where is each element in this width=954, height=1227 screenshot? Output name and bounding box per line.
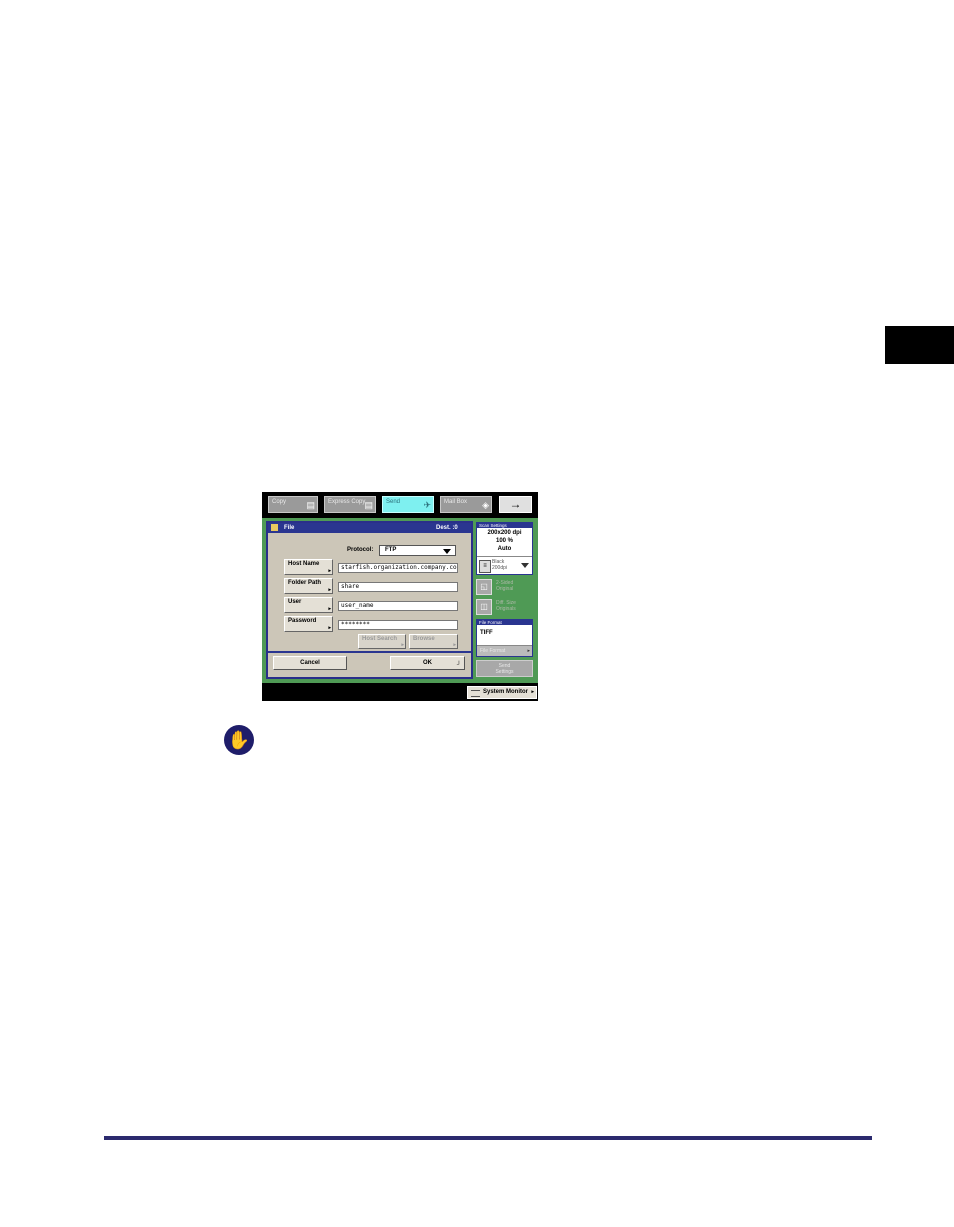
book-icon: ◫ — [476, 599, 492, 615]
host-name-field[interactable]: starfish.organization.company.co — [338, 563, 458, 573]
density-value: Auto — [497, 546, 512, 552]
host-name-label: Host Name — [288, 561, 320, 567]
send-settings-line2: Settings — [495, 669, 514, 675]
send-icon: ✈ — [423, 500, 431, 510]
ok-label: OK — [423, 660, 432, 666]
dropdown-arrow-icon — [443, 549, 451, 554]
ok-button[interactable]: OK ┘ — [390, 656, 465, 670]
browse-button[interactable]: Browse ▸ — [409, 634, 458, 649]
file-format-button-label: File Format — [480, 648, 506, 654]
user-label: User — [288, 599, 302, 605]
enter-icon: ┘ — [456, 662, 461, 668]
two-sided-line2: Original — [496, 586, 514, 592]
browse-label: Browse — [413, 636, 435, 642]
submenu-arrow-icon: ▸ — [328, 587, 331, 593]
system-monitor-label: System Monitor — [483, 689, 529, 695]
cancel-button[interactable]: Cancel — [273, 656, 347, 670]
dialog-header: File Dest. :0 — [268, 523, 471, 533]
two-sided-icon: ◱ — [476, 579, 492, 595]
file-format-button[interactable]: File Format ▸ — [477, 645, 532, 656]
zoom-value: 100 % — [495, 538, 513, 544]
color-mode-text: Black 200dpi — [492, 559, 507, 571]
footer-rule — [104, 1136, 872, 1140]
submenu-arrow-icon: ▸ — [531, 689, 534, 695]
submenu-arrow-icon: ▸ — [328, 606, 331, 612]
different-size-originals-button[interactable]: ◫ Diff. Size Originals — [476, 598, 533, 616]
tab-send-label: Send — [386, 499, 401, 505]
folder-path-field[interactable]: share — [338, 582, 458, 592]
submenu-arrow-icon: ▸ — [453, 642, 456, 648]
tab-send[interactable]: Send ✈ — [382, 496, 434, 513]
tab-copy[interactable]: Copy ▤ — [268, 496, 318, 513]
password-label: Password — [288, 618, 317, 624]
tab-express-copy-label: Express Copy — [328, 499, 366, 505]
chapter-tab — [885, 326, 954, 364]
send-settings-button[interactable]: Send Settings — [476, 660, 533, 677]
password-field[interactable]: ******** — [338, 620, 458, 630]
color-mode-select[interactable]: ≡ Black 200dpi — [477, 556, 532, 575]
next-tabs-button[interactable]: → — [499, 496, 532, 513]
protocol-value: FTP — [385, 547, 397, 553]
protocol-label: Protocol: — [347, 547, 374, 553]
submenu-arrow-icon: ▸ — [328, 625, 331, 631]
express-copy-icon: ▤ — [364, 500, 373, 510]
device-control-panel: Copy ▤ Express Copy ▤ Send ✈ Mail Box ◈ … — [262, 492, 538, 701]
document-icon: ≡ — [479, 560, 491, 573]
file-dialog: File Dest. :0 Protocol: FTP Host Name ▸ … — [266, 521, 473, 679]
tab-mail-box[interactable]: Mail Box ◈ — [440, 496, 492, 513]
color-mode-line2: 200dpi — [492, 565, 508, 571]
system-monitor-button[interactable]: System Monitor ▸ — [467, 686, 537, 699]
submenu-arrow-icon: ▸ — [328, 568, 331, 574]
scan-settings-box[interactable]: Scan Settings 200x200 dpi 100 % Auto ≡ B… — [476, 522, 533, 575]
submenu-arrow-icon: ▸ — [401, 642, 404, 648]
important-hand-icon: ✋ — [224, 725, 254, 755]
user-button[interactable]: User ▸ — [284, 597, 333, 613]
protocol-select[interactable]: FTP — [379, 545, 456, 556]
two-sided-text: 2-Sided Original — [496, 580, 513, 592]
two-sided-original-button[interactable]: ◱ 2-Sided Original — [476, 578, 533, 596]
password-button[interactable]: Password ▸ — [284, 616, 333, 632]
folder-icon — [271, 524, 278, 531]
tab-copy-label: Copy — [272, 499, 287, 505]
file-format-value: TIFF — [480, 630, 493, 636]
file-format-box: File Format TIFF File Format ▸ — [476, 619, 533, 657]
different-size-text: Diff. Size Originals — [496, 600, 516, 612]
file-format-header: File Format — [477, 620, 532, 625]
mode-tabs: Copy ▤ Express Copy ▤ Send ✈ Mail Box ◈ … — [262, 492, 538, 518]
folder-path-button[interactable]: Folder Path ▸ — [284, 578, 333, 594]
main-area: File Dest. :0 Protocol: FTP Host Name ▸ … — [262, 518, 538, 683]
host-search-button[interactable]: Host Search ▸ — [358, 634, 406, 649]
user-field[interactable]: user_name — [338, 601, 458, 611]
different-size-line2: Originals — [496, 606, 516, 612]
destination-count: Dest. :0 — [436, 525, 458, 531]
host-name-button[interactable]: Host Name ▸ — [284, 559, 333, 575]
status-bar: System Monitor ▸ — [262, 683, 538, 701]
folder-path-label: Folder Path — [288, 580, 322, 586]
host-search-label: Host Search — [362, 636, 398, 642]
submenu-arrow-icon: ▸ — [527, 648, 530, 654]
dropdown-arrow-icon — [521, 563, 529, 568]
mailbox-icon: ◈ — [482, 500, 489, 510]
dialog-title: File — [284, 525, 295, 531]
tab-express-copy[interactable]: Express Copy ▤ — [324, 496, 376, 513]
arrow-right-icon: → — [509, 497, 522, 511]
monitor-icon — [471, 690, 480, 697]
scan-settings-header: Scan Settings — [477, 523, 532, 528]
tab-mail-box-label: Mail Box — [444, 499, 468, 505]
resolution-value: 200x200 dpi — [487, 530, 522, 536]
dialog-divider — [268, 651, 471, 653]
copy-icon: ▤ — [306, 500, 315, 510]
cancel-label: Cancel — [300, 660, 320, 666]
